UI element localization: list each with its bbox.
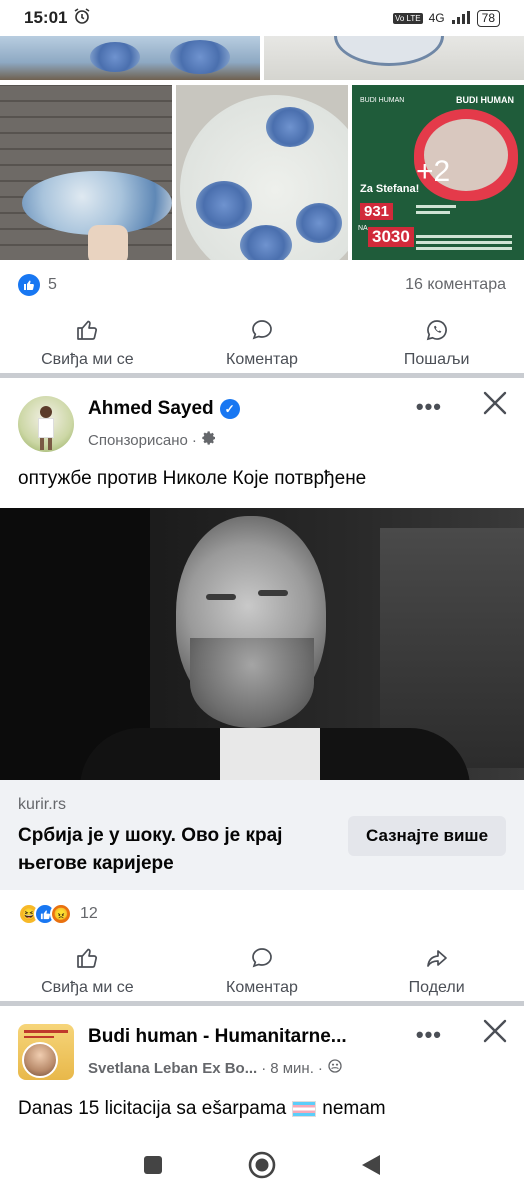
meta-separator: · — [261, 1059, 267, 1077]
more-icon[interactable]: ••• — [416, 394, 442, 420]
verified-icon: ✓ — [219, 399, 240, 419]
photo-tile-fundraiser[interactable]: BUDI HUMAN BUDI HUMAN Za Stefana! 931 NA… — [352, 85, 524, 260]
more-photos-count: +2 — [416, 155, 451, 188]
back-icon[interactable] — [360, 1153, 382, 1182]
send-button[interactable]: Пошаљи — [349, 308, 524, 378]
comment-label: Коментар — [226, 978, 298, 996]
comment-button[interactable]: Коментар — [175, 308, 350, 378]
learn-more-button[interactable]: Сазнајте више — [348, 816, 506, 856]
link-domain: kurir.rs — [18, 796, 66, 813]
feed-divider — [0, 1001, 524, 1006]
photo-tile[interactable] — [176, 85, 348, 260]
share-button[interactable]: Подели — [349, 936, 524, 1006]
author-name[interactable]: Svetlana Leban Ex Bo... — [88, 1060, 257, 1077]
home-icon[interactable] — [247, 1150, 277, 1185]
post-text-tail: nemam — [322, 1098, 386, 1119]
status-bar: 15:01 Vo LTE 4G 78 — [0, 0, 524, 36]
fundraiser-for: Za Stefana! — [360, 183, 420, 195]
group-name[interactable]: Budi human - Humanitarne... — [88, 1026, 347, 1048]
author-name[interactable]: Ahmed Sayed — [88, 398, 214, 420]
post2-action-row: Свиђа ми се Коментар Подели — [0, 936, 524, 1006]
like-button[interactable]: Свиђа ми се — [0, 308, 175, 378]
more-icon[interactable]: ••• — [416, 1022, 442, 1048]
post-meta: Svetlana Leban Ex Bo... · 8 мин. · — [88, 1058, 343, 1078]
like-label: Свиђа ми се — [41, 350, 134, 368]
comment-icon — [250, 318, 274, 347]
post2-reactions-row[interactable]: 😆 😠 12 — [0, 898, 524, 930]
share-icon — [425, 946, 449, 975]
like-reaction-icon — [18, 274, 40, 296]
sms-number: 931 — [360, 203, 394, 220]
friends-icon — [327, 1058, 343, 1078]
reaction-count: 12 — [80, 905, 98, 922]
share-label: Подели — [408, 978, 465, 996]
battery-indicator: 78 — [476, 9, 500, 27]
meta-separator: · — [317, 1059, 323, 1077]
post-meta: Спонзорисано · — [88, 430, 217, 450]
post1-action-row: Свиђа ми се Коментар Пошаљи — [0, 308, 524, 378]
gear-icon — [201, 430, 217, 450]
comment-count[interactable]: 16 коментара — [405, 276, 506, 294]
feed-divider — [0, 373, 524, 378]
sms-na: NA — [358, 225, 368, 232]
post1-reactions-row: 5 16 коментара — [0, 266, 524, 304]
like-count[interactable]: 5 — [48, 276, 57, 294]
like-label: Свиђа ми се — [41, 978, 134, 996]
thumbs-up-icon — [75, 946, 99, 975]
post1-photo-grid: BUDI HUMAN BUDI HUMAN Za Stefana! 931 NA… — [0, 36, 524, 260]
transgender-flag-icon — [292, 1101, 317, 1117]
comment-button[interactable]: Коментар — [175, 936, 350, 1006]
avatar[interactable] — [22, 1042, 58, 1078]
post2-header: Ahmed Sayed ✓ Спонзорисано · ••• — [0, 388, 524, 458]
signal-icon — [451, 10, 471, 27]
photo-tile[interactable] — [0, 85, 172, 260]
comment-label: Коментар — [226, 350, 298, 368]
post-text: Danas 15 licitacija sa ešarpama nemam — [18, 1098, 386, 1120]
network-label: 4G — [428, 11, 445, 25]
thumbs-up-icon — [75, 318, 99, 347]
status-time: 15:01 — [24, 8, 68, 27]
volte-badge: Vo LTE — [392, 12, 423, 24]
sms-target: 3030 — [368, 227, 414, 247]
angry-reaction-icon: 😠 — [50, 903, 72, 925]
alarm-icon — [73, 7, 91, 30]
status-indicators: Vo LTE 4G 78 — [392, 9, 500, 27]
meta-separator: · — [191, 431, 197, 449]
fundraiser-org: BUDI HUMAN — [456, 95, 514, 105]
close-icon[interactable] — [480, 388, 510, 418]
fundraiser-logo: BUDI HUMAN — [360, 97, 405, 104]
avatar[interactable] — [18, 396, 74, 452]
like-button[interactable]: Свиђа ми се — [0, 936, 175, 1006]
post-text-main: Danas 15 licitacija sa ešarpama — [18, 1098, 287, 1119]
sponsored-label[interactable]: Спонзорисано — [88, 432, 188, 449]
whatsapp-icon — [425, 318, 449, 347]
comment-icon — [250, 946, 274, 975]
recent-apps-icon[interactable] — [142, 1154, 164, 1181]
post-image[interactable] — [0, 508, 524, 780]
post-author[interactable]: Ahmed Sayed ✓ — [88, 398, 240, 420]
link-preview[interactable]: kurir.rs Србија је у шоку. Ово је крај њ… — [0, 780, 524, 890]
post3-header: Budi human - Humanitarne... Svetlana Leb… — [0, 1016, 524, 1086]
post-text: оптужбе против Николе Које потврђене — [18, 468, 367, 489]
photo-tile[interactable] — [264, 36, 524, 80]
post-time[interactable]: 8 мин. — [270, 1060, 314, 1077]
navigation-bar — [0, 1134, 524, 1200]
send-label: Пошаљи — [403, 350, 470, 368]
close-icon[interactable] — [480, 1016, 510, 1046]
link-title[interactable]: Србија је у шоку. Ово је крај његове кар… — [18, 822, 328, 878]
photo-tile[interactable] — [0, 36, 260, 80]
